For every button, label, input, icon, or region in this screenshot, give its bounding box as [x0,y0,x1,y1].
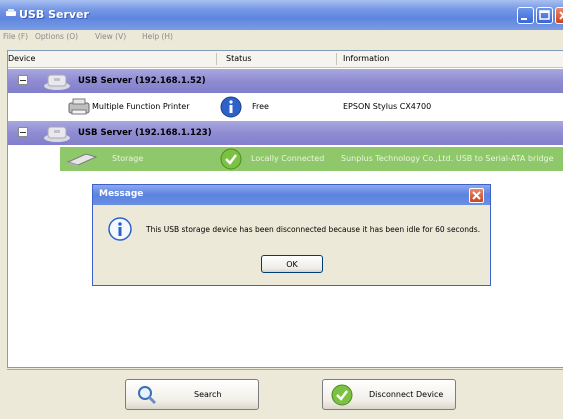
menu-bar: File (F) Options (O) View (V) Help (H) [0,30,563,44]
search-button-label: Search [194,390,222,399]
device-row[interactable]: Multiple Function Printer Free EPSON Sty… [8,95,563,119]
check-icon [331,384,353,406]
dialog-message: This USB storage device has been disconn… [146,225,481,234]
check-icon [220,148,242,170]
group-row[interactable]: USB Server (192.168.1.123) [8,121,563,145]
column-separator[interactable] [336,53,337,65]
maximize-button[interactable] [536,7,553,24]
device-information: Sunplus Technology Co.,Ltd. USB to Seria… [341,154,554,163]
device-name: Storage [112,154,144,163]
menu-options[interactable]: Options (O) [35,32,78,41]
collapse-toggle[interactable] [18,127,28,137]
usb-server-icon [6,9,16,16]
window-title: USB Server [19,8,89,21]
group-label: USB Server (192.168.1.52) [78,76,206,86]
maximize-icon [539,10,550,20]
usb-server-icon [44,126,70,142]
info-icon [108,217,132,241]
search-icon [138,386,157,405]
column-status[interactable]: Status [226,54,252,63]
collapse-toggle[interactable] [18,75,28,85]
menu-view[interactable]: View (V) [95,32,126,41]
disconnect-device-button[interactable]: Disconnect Device [322,379,456,410]
search-button[interactable]: Search [125,379,259,410]
close-button[interactable] [555,7,563,24]
device-name: Multiple Function Printer [92,102,190,111]
dialog-title: Message [99,189,144,199]
title-bar[interactable]: USB Server [0,0,563,30]
disconnect-button-label: Disconnect Device [369,390,444,399]
menu-help[interactable]: Help (H) [142,32,173,41]
close-icon [472,191,481,200]
printer-icon [68,98,90,115]
divider [7,369,563,370]
minimize-button[interactable] [517,7,534,24]
menu-file[interactable]: File (F) [3,32,28,41]
storage-icon [66,153,98,167]
info-icon [220,96,242,118]
dialog-title-bar[interactable]: Message [93,185,490,205]
column-information[interactable]: Information [343,54,389,63]
group-row[interactable]: USB Server (192.168.1.52) [8,69,563,93]
ok-button[interactable]: OK [261,255,323,273]
column-separator[interactable] [216,53,217,65]
device-row-selected[interactable]: Storage Locally Connected Sunplus Techno… [60,147,563,171]
group-label: USB Server (192.168.1.123) [78,128,212,138]
column-header: Device Status Information [8,51,563,68]
minimize-icon [521,18,527,20]
usb-server-icon [44,74,70,90]
dialog-close-button[interactable] [469,188,484,203]
close-icon [559,11,563,20]
message-dialog: Message This USB storage device has been… [92,184,491,286]
device-status: Free [252,102,269,111]
usb-server-window: USB Server File (F) Options (O) View (V)… [0,0,563,419]
column-device[interactable]: Device [8,54,35,63]
ok-button-label: OK [286,260,298,269]
device-information: EPSON Stylus CX4700 [343,102,432,111]
device-status: Locally Connected [251,154,325,163]
